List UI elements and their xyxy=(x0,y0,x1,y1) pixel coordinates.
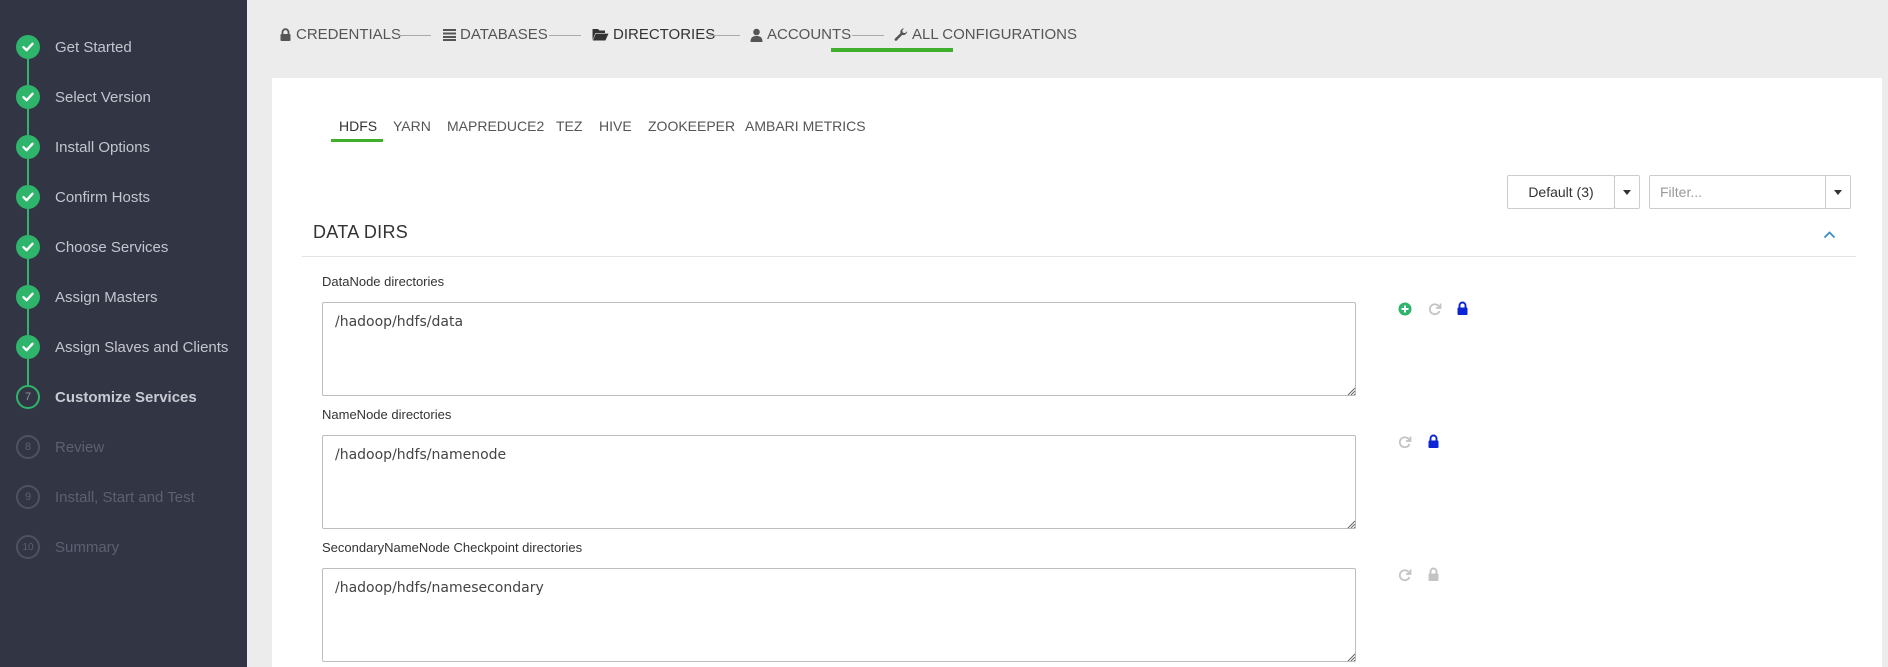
step-label: Review xyxy=(55,438,105,456)
service-tab-zookeeper[interactable]: ZOOKEEPER xyxy=(648,118,735,134)
resize-grip-icon[interactable] xyxy=(1346,386,1356,396)
field-label-namenode-dirs: NameNode directories xyxy=(322,407,452,422)
tab-accounts[interactable]: ACCOUNTS xyxy=(750,26,851,43)
service-tab-ambari-metrics[interactable]: AMBARI METRICS xyxy=(745,118,866,134)
tab-separator xyxy=(399,35,431,36)
wizard-sidebar: Get Started Select Version Install Optio… xyxy=(0,0,247,667)
chevron-up-icon[interactable] xyxy=(1823,226,1836,244)
config-group-button[interactable]: Default (3) xyxy=(1507,175,1615,209)
step-get-started[interactable]: Get Started xyxy=(16,35,132,59)
step-number: 8 xyxy=(16,435,40,459)
config-panel: HDFS YARN MAPREDUCE2 TEZ HIVE ZOOKEEPER … xyxy=(272,78,1882,667)
lock-icon-disabled xyxy=(1425,566,1441,582)
add-icon[interactable] xyxy=(1397,301,1413,317)
step-label: Assign Masters xyxy=(55,288,158,306)
active-subtab-underline xyxy=(331,139,383,142)
service-tab-hive[interactable]: HIVE xyxy=(599,118,632,134)
field-label-datanode-dirs: DataNode directories xyxy=(322,274,445,289)
tab-label: ACCOUNTS xyxy=(767,26,852,43)
tab-credentials[interactable]: CREDENTIALS xyxy=(279,26,401,43)
field-label-secondary-namenode-dirs: SecondaryNameNode Checkpoint directories xyxy=(322,540,583,555)
tab-separator xyxy=(549,35,581,36)
datanode-dirs-textarea[interactable]: /hadoop/hdfs/data xyxy=(322,302,1356,396)
step-label: Get Started xyxy=(55,38,132,56)
filter-dropdown-toggle[interactable] xyxy=(1825,175,1851,209)
config-group-dropdown-toggle[interactable] xyxy=(1614,175,1640,209)
tab-label: DIRECTORIES xyxy=(613,26,716,43)
step-review: 8 Review xyxy=(16,435,104,459)
check-icon xyxy=(16,235,40,259)
step-label: Install Options xyxy=(55,138,151,156)
step-summary: 10 Summary xyxy=(16,535,119,559)
check-icon xyxy=(16,335,40,359)
lock-icon[interactable] xyxy=(1454,300,1470,316)
tab-label: CREDENTIALS xyxy=(296,26,402,43)
tab-all-configurations[interactable]: ALL CONFIGURATIONS xyxy=(894,26,1077,43)
step-label: Customize Services xyxy=(55,388,197,406)
lock-icon[interactable] xyxy=(1425,433,1441,449)
service-tab-mapreduce2[interactable]: MAPREDUCE2 xyxy=(447,118,544,134)
service-tab-hdfs[interactable]: HDFS xyxy=(339,118,377,134)
step-number: 9 xyxy=(16,485,40,509)
check-icon xyxy=(16,135,40,159)
config-category-nav: CREDENTIALS DATABASES DIRECTORIES ACCOUN… xyxy=(247,0,1888,70)
step-confirm-hosts[interactable]: Confirm Hosts xyxy=(16,185,150,209)
tab-separator xyxy=(708,35,740,36)
tab-label: DATABASES xyxy=(460,26,548,43)
config-group-label: Default (3) xyxy=(1528,184,1594,200)
check-icon xyxy=(16,85,40,109)
step-assign-masters[interactable]: Assign Masters xyxy=(16,285,158,309)
caret-down-icon xyxy=(1834,189,1842,195)
service-tab-tez[interactable]: TEZ xyxy=(556,118,582,134)
folder-open-icon xyxy=(592,28,609,41)
step-label: Confirm Hosts xyxy=(55,188,151,206)
step-label: Assign Slaves and Clients xyxy=(55,338,229,356)
check-icon xyxy=(16,35,40,59)
refresh-icon[interactable] xyxy=(1427,301,1443,317)
tab-label: ALL CONFIGURATIONS xyxy=(912,26,1078,43)
step-customize-services[interactable]: 7 Customize Services xyxy=(16,385,197,409)
secondary-namenode-dirs-textarea[interactable]: /hadoop/hdfs/namesecondary xyxy=(322,568,1356,662)
list-icon xyxy=(443,28,456,41)
step-label: Choose Services xyxy=(55,238,169,256)
filter-input[interactable] xyxy=(1649,175,1826,209)
namenode-dirs-textarea[interactable]: /hadoop/hdfs/namenode xyxy=(322,435,1356,529)
step-choose-services[interactable]: Choose Services xyxy=(16,235,168,259)
step-number: 10 xyxy=(16,535,40,559)
step-assign-slaves-and-clients[interactable]: Assign Slaves and Clients xyxy=(16,335,228,359)
step-install-options[interactable]: Install Options xyxy=(16,135,150,159)
caret-down-icon xyxy=(1623,189,1631,195)
tab-separator xyxy=(852,35,884,36)
check-icon xyxy=(16,185,40,209)
step-label: Summary xyxy=(55,538,120,556)
step-number: 7 xyxy=(16,385,40,409)
section-divider xyxy=(302,256,1856,257)
section-title: DATA DIRS xyxy=(313,222,409,242)
wrench-icon xyxy=(894,27,908,42)
step-label: Select Version xyxy=(55,88,151,106)
lock-icon xyxy=(279,27,292,42)
user-icon xyxy=(750,28,763,42)
refresh-icon[interactable] xyxy=(1397,567,1413,583)
refresh-icon[interactable] xyxy=(1397,434,1413,450)
active-tab-underline xyxy=(831,48,953,52)
tab-databases[interactable]: DATABASES xyxy=(443,26,548,43)
step-select-version[interactable]: Select Version xyxy=(16,85,151,109)
service-tab-yarn[interactable]: YARN xyxy=(393,118,431,134)
step-label: Install, Start and Test xyxy=(55,488,195,506)
tab-directories[interactable]: DIRECTORIES xyxy=(592,26,715,43)
resize-grip-icon[interactable] xyxy=(1346,652,1356,662)
step-install-start-test: 9 Install, Start and Test xyxy=(16,485,195,509)
resize-grip-icon[interactable] xyxy=(1346,519,1356,529)
check-icon xyxy=(16,285,40,309)
